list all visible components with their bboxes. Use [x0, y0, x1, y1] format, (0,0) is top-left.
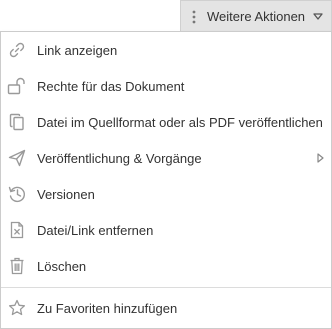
unlock-icon [7, 76, 27, 96]
menu-item-label: Veröffentlichung & Vorgänge [37, 150, 202, 166]
menu-item-label: Zu Favoriten hinzufügen [37, 300, 178, 316]
kebab-vertical-icon [181, 10, 207, 24]
more-actions-menu: Link anzeigen Rechte für das Dokument Da… [0, 31, 332, 329]
menu-item-label: Datei/Link entfernen [37, 222, 154, 238]
caret-down-icon [313, 13, 323, 20]
menu-item-add-favorite[interactable]: Zu Favoriten hinzufügen [1, 290, 331, 326]
menu-item-label: Löschen [37, 258, 87, 274]
link-icon [7, 40, 27, 60]
menu-item-versions[interactable]: Versionen [1, 176, 331, 212]
menu-item-label: Versionen [37, 186, 95, 202]
menu-item-document-rights[interactable]: Rechte für das Dokument [1, 68, 331, 104]
menu-separator [1, 287, 331, 288]
menu-item-label: Rechte für das Dokument [37, 78, 185, 94]
send-icon [7, 148, 27, 168]
copy-icon [7, 112, 27, 132]
menu-item-remove-file-link[interactable]: Datei/Link entfernen [1, 212, 331, 248]
page: Weitere Aktionen Link anzeigen Rechte fü… [0, 0, 332, 329]
remove-file-icon [7, 220, 27, 240]
chevron-right-icon [317, 153, 324, 163]
menu-item-label: Datei im Quellformat oder als PDF veröff… [37, 114, 323, 130]
trash-icon [7, 256, 27, 276]
more-actions-label: Weitere Aktionen [207, 9, 306, 24]
menu-item-publish-file[interactable]: Datei im Quellformat oder als PDF veröff… [1, 104, 331, 140]
menu-item-publication-processes[interactable]: Veröffentlichung & Vorgänge [1, 140, 331, 176]
star-icon [7, 298, 27, 318]
menu-item-show-link[interactable]: Link anzeigen [1, 32, 331, 68]
menu-item-label: Link anzeigen [37, 42, 118, 58]
history-icon [7, 184, 27, 204]
more-actions-button[interactable]: Weitere Aktionen [180, 0, 332, 32]
menu-item-delete[interactable]: Löschen [1, 248, 331, 284]
